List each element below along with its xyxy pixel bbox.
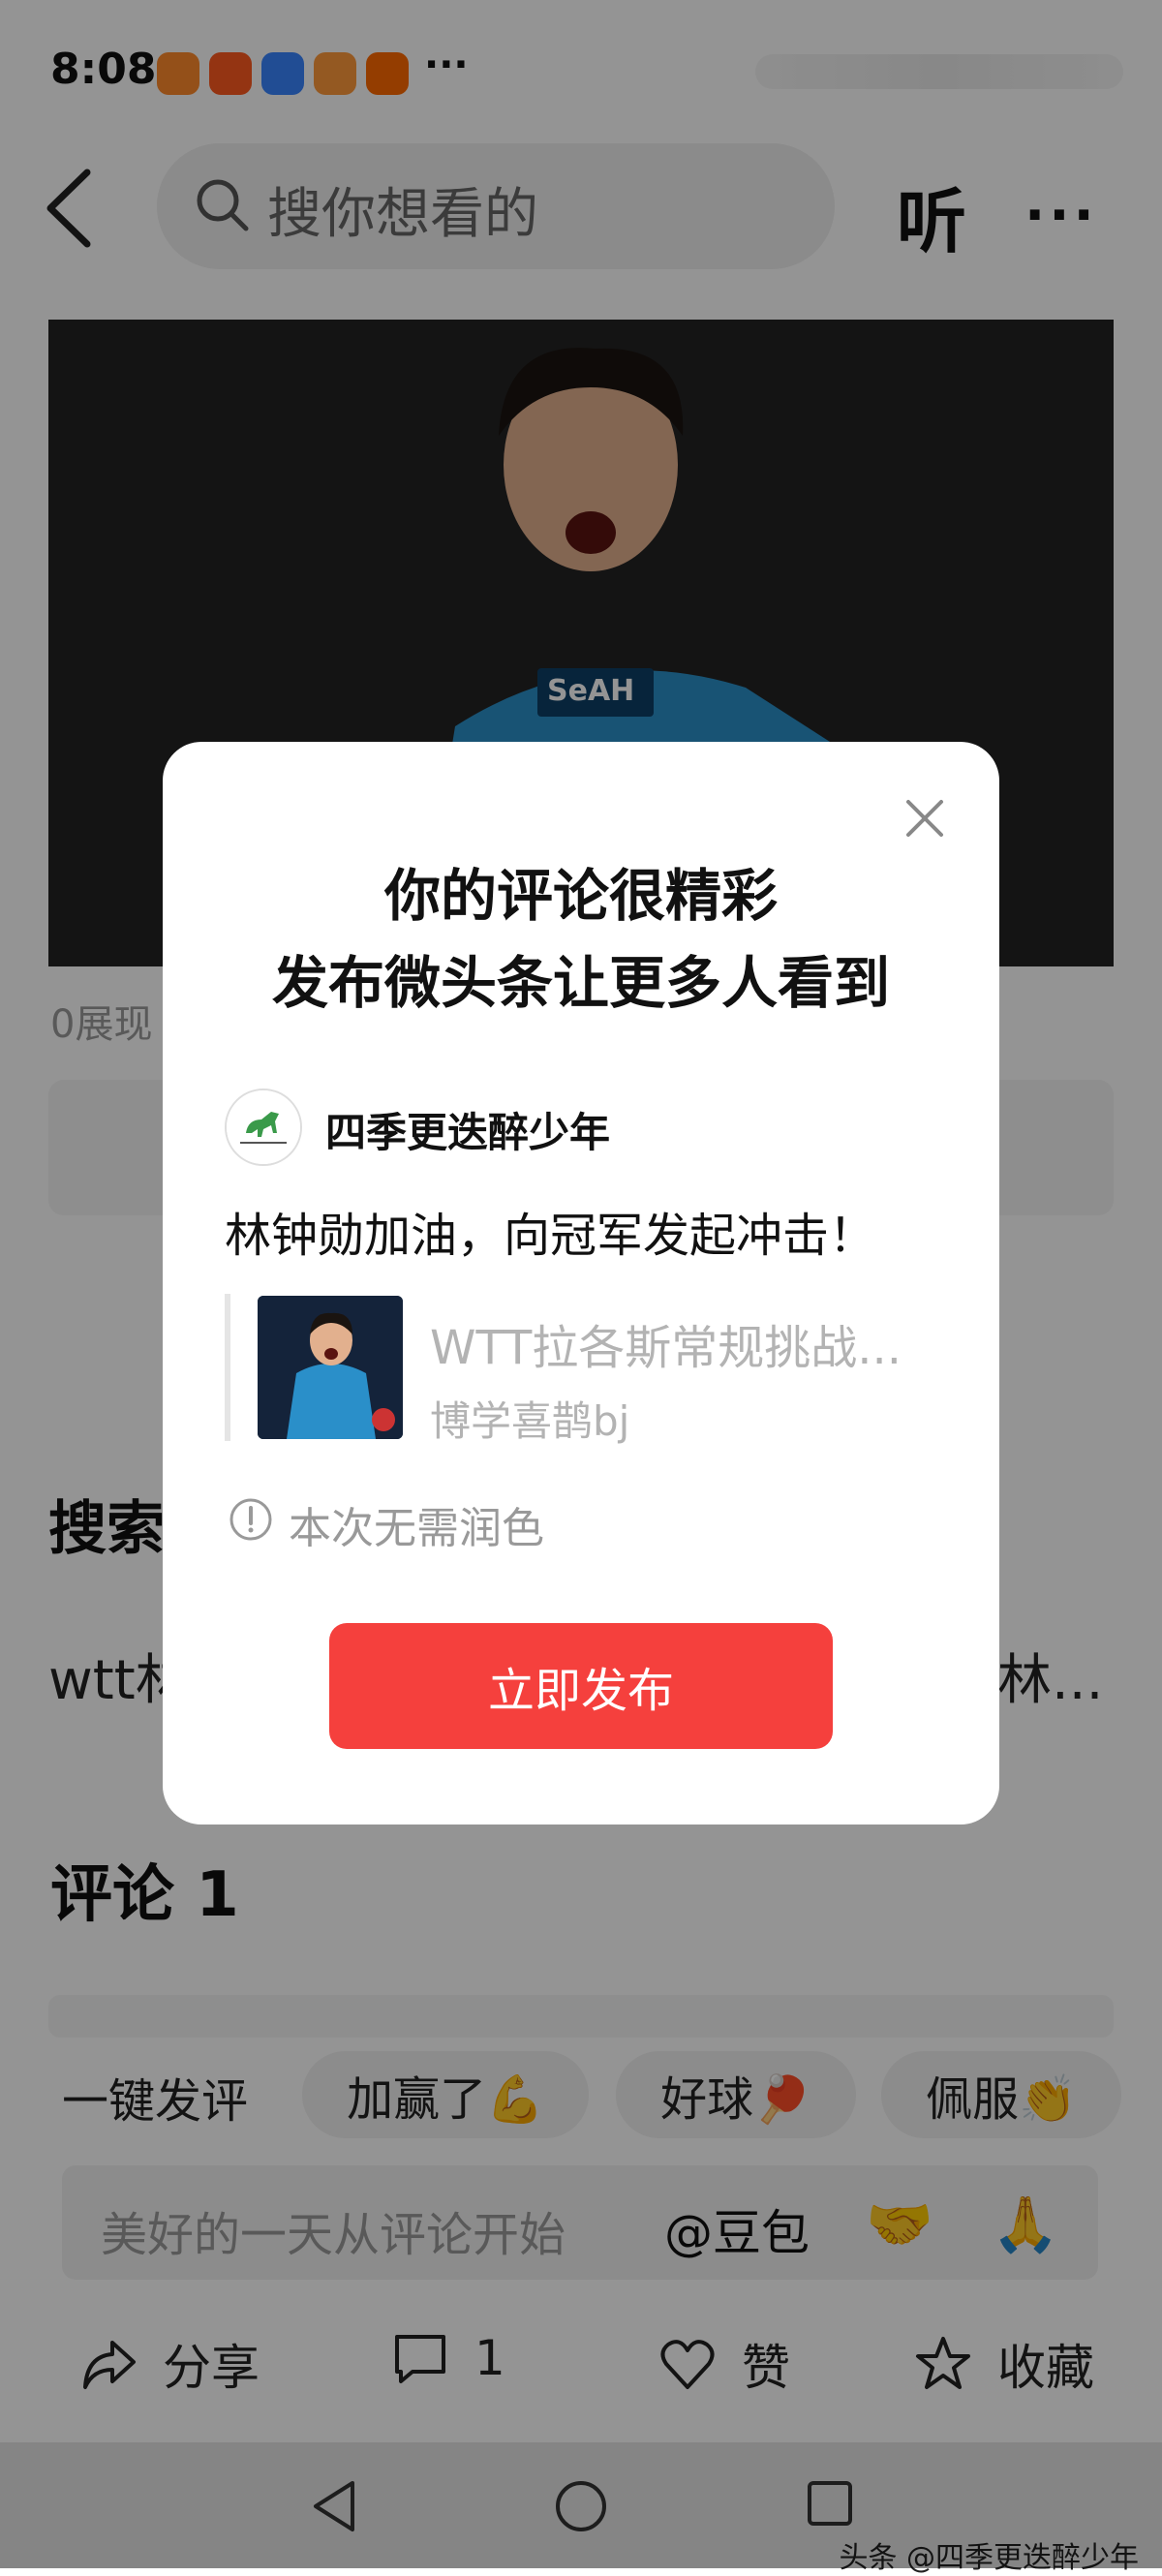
close-button[interactable] bbox=[901, 794, 949, 843]
avatar bbox=[225, 1089, 302, 1166]
article-title: WTT拉各斯常规挑战... bbox=[430, 1321, 902, 1375]
info-icon bbox=[229, 1497, 273, 1546]
dialog-title-line1: 你的评论很精彩 bbox=[383, 863, 778, 929]
article-thumbnail bbox=[258, 1296, 403, 1439]
article-source: 博学喜鹊bj bbox=[430, 1397, 630, 1445]
article-thumbnail-image bbox=[258, 1296, 403, 1439]
comment-text: 林钟勋加油，向冠军发起冲击！ bbox=[225, 1209, 876, 1263]
publish-now-button[interactable]: 立即发布 bbox=[329, 1623, 833, 1749]
quote-bar bbox=[225, 1294, 230, 1441]
horse-avatar-image bbox=[227, 1090, 300, 1164]
close-icon bbox=[906, 800, 943, 837]
author-name: 四季更迭醉少年 bbox=[325, 1109, 611, 1156]
dialog-title-line2: 发布微头条让更多人看到 bbox=[271, 950, 890, 1016]
polish-status-text: 本次无需润色 bbox=[289, 1504, 544, 1553]
